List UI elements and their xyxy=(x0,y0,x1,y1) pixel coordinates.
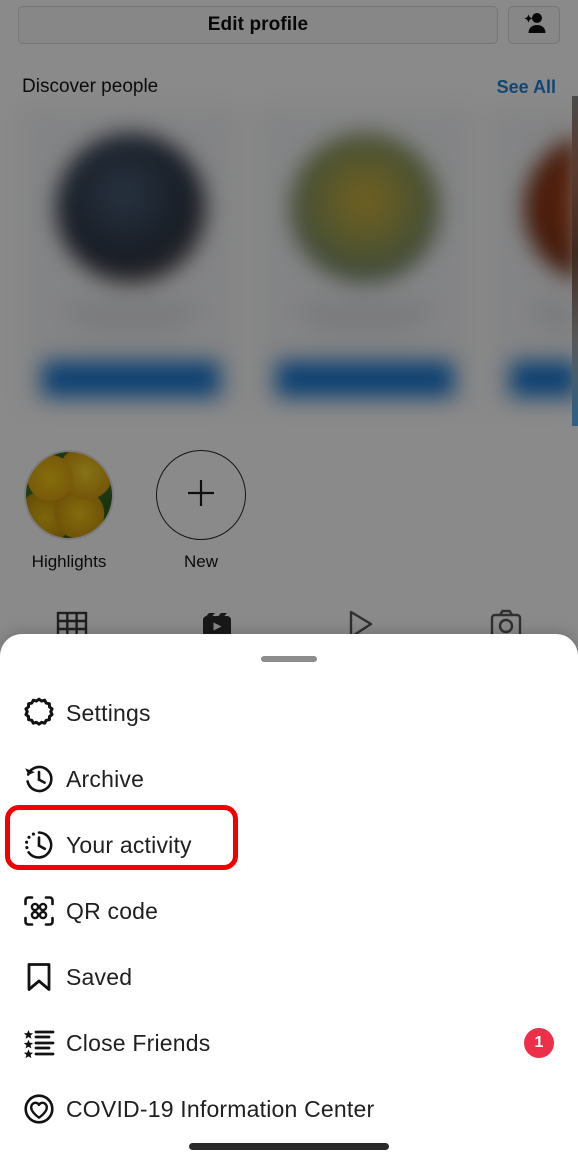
avatar xyxy=(56,133,206,283)
new-highlight-item[interactable]: New xyxy=(150,450,252,580)
person-add-icon xyxy=(521,11,547,40)
gear-icon xyxy=(22,696,66,730)
story-highlights-row: Highlights New xyxy=(0,450,578,580)
suggested-user-name xyxy=(300,305,430,316)
archive-clock-icon xyxy=(22,762,66,796)
menu-item-qr-code[interactable]: QR code xyxy=(0,878,578,944)
discover-card[interactable] xyxy=(256,108,474,408)
follow-button[interactable] xyxy=(276,361,454,397)
plus-icon xyxy=(181,473,221,518)
discover-people-carousel[interactable] xyxy=(0,108,578,426)
menu-item-saved[interactable]: Saved xyxy=(0,944,578,1010)
menu-item-label: Saved xyxy=(66,963,133,990)
edit-profile-label: Edit profile xyxy=(207,14,309,35)
add-person-button[interactable] xyxy=(508,6,560,44)
discover-card[interactable] xyxy=(22,108,240,408)
highlight-item[interactable]: Highlights xyxy=(18,450,120,580)
discover-card[interactable] xyxy=(490,108,578,408)
edit-profile-button[interactable]: Edit profile xyxy=(18,6,498,44)
avatar xyxy=(524,133,578,283)
activity-clock-icon xyxy=(22,828,66,862)
new-highlight-circle[interactable] xyxy=(156,450,246,540)
menu-item-close-friends[interactable]: Close Friends 1 xyxy=(0,1010,578,1076)
discover-people-title: Discover people xyxy=(22,76,159,97)
suggested-user-name xyxy=(66,305,196,316)
menu-item-label: Archive xyxy=(66,765,145,792)
menu-item-label: Settings xyxy=(66,699,151,726)
story-highlight-thumb xyxy=(24,450,114,540)
menu-item-label: QR code xyxy=(66,897,159,924)
suggested-user-subtitle xyxy=(315,326,415,335)
menu-item-archive[interactable]: Archive xyxy=(0,746,578,812)
star-list-icon xyxy=(22,1026,66,1060)
covid-heart-icon xyxy=(22,1092,66,1126)
home-indicator xyxy=(189,1143,389,1150)
avatar xyxy=(290,133,440,283)
qr-code-icon xyxy=(22,894,66,928)
menu-list: Settings Archive Your activity QR code S… xyxy=(0,680,578,1142)
carousel-edge-peek xyxy=(572,96,578,426)
menu-item-covid-info[interactable]: COVID-19 Information Center xyxy=(0,1076,578,1142)
menu-item-settings[interactable]: Settings xyxy=(0,680,578,746)
see-all-link[interactable]: See All xyxy=(497,77,556,98)
menu-item-label: Close Friends xyxy=(66,1029,211,1056)
menu-item-your-activity[interactable]: Your activity xyxy=(0,812,578,878)
highlight-label: New xyxy=(183,552,218,571)
highlight-label: Highlights xyxy=(31,552,107,571)
discover-people-header: Discover people See All xyxy=(0,70,578,104)
profile-action-row: Edit profile xyxy=(0,4,578,46)
follow-button[interactable] xyxy=(42,361,220,397)
follow-button[interactable] xyxy=(510,361,578,397)
menu-item-label: Your activity xyxy=(66,831,192,858)
profile-menu-sheet: Settings Archive Your activity QR code S… xyxy=(0,634,578,1162)
suggested-user-subtitle xyxy=(81,326,181,335)
drag-handle[interactable] xyxy=(261,656,317,662)
bookmark-icon xyxy=(22,960,66,994)
status-badge: 1 xyxy=(524,1028,554,1058)
menu-item-label: COVID-19 Information Center xyxy=(66,1095,375,1122)
